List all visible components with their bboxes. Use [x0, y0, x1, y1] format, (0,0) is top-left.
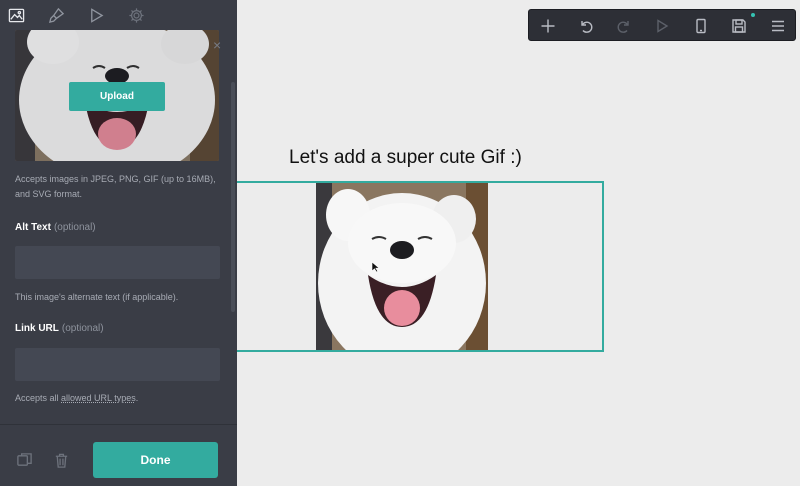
add-button[interactable] [537, 15, 559, 37]
accepts-help-text: Accepts images in JPEG, PNG, GIF (up to … [15, 174, 216, 199]
tab-style[interactable] [46, 5, 66, 25]
undo-icon [581, 21, 593, 33]
link-url-help: Accepts all allowed URL types. [15, 391, 138, 406]
brush-icon [48, 7, 64, 23]
canvas-gif-image[interactable] [316, 183, 488, 350]
link-url-optional: (optional) [61, 323, 104, 334]
panel-scrollbar[interactable] [231, 82, 235, 312]
mouse-cursor-icon [371, 261, 380, 273]
tab-image[interactable] [6, 5, 26, 25]
panel-footer-divider [0, 424, 237, 425]
canvas-heading[interactable]: Let's add a super cute Gif :) [289, 147, 522, 169]
add-icon [541, 19, 555, 33]
save-button[interactable] [728, 15, 750, 37]
menu-icon [772, 20, 784, 32]
panel-tabs [0, 0, 237, 30]
unsaved-indicator [751, 13, 755, 17]
undo-button[interactable] [575, 15, 597, 37]
mobile-view-button[interactable] [690, 15, 712, 37]
link-url-input[interactable] [15, 348, 220, 381]
delete-button[interactable] [52, 451, 70, 469]
play-icon [90, 7, 103, 23]
link-url-help-prefix: Accepts all [15, 393, 62, 403]
gear-icon [128, 7, 144, 23]
menu-button[interactable] [767, 15, 789, 37]
alt-text-label-text: Alt Text [15, 222, 51, 233]
link-url-label: Link URL (optional) [15, 323, 104, 334]
image-icon [8, 8, 24, 22]
save-icon [732, 19, 746, 33]
alt-text-label: Alt Text (optional) [15, 222, 96, 233]
image-preview[interactable]: Upload [15, 30, 219, 161]
editor-toolbar [528, 9, 796, 41]
alt-text-help: This image's alternate text (if applicab… [15, 292, 179, 302]
redo-icon [617, 21, 629, 33]
done-button[interactable]: Done [93, 442, 218, 478]
alt-text-input[interactable] [15, 246, 220, 279]
trash-icon [55, 453, 67, 468]
dog-image [316, 183, 488, 350]
preview-button[interactable] [651, 15, 673, 37]
link-url-label-text: Link URL [15, 323, 59, 334]
duplicate-icon [16, 452, 32, 466]
preview-icon [657, 19, 669, 33]
redo-button[interactable] [613, 15, 635, 37]
close-icon[interactable]: × [213, 38, 221, 52]
tab-animation[interactable] [86, 5, 106, 25]
mobile-icon [696, 18, 706, 34]
tab-settings[interactable] [126, 5, 146, 25]
upload-button[interactable]: Upload [69, 82, 165, 111]
allowed-url-types-link[interactable]: allowed URL types [61, 393, 136, 403]
image-settings-panel: Upload × Accepts images in JPEG, PNG, GI… [0, 0, 237, 486]
link-url-help-suffix: . [135, 393, 139, 403]
alt-text-optional: (optional) [53, 222, 96, 233]
duplicate-button[interactable] [15, 451, 33, 469]
